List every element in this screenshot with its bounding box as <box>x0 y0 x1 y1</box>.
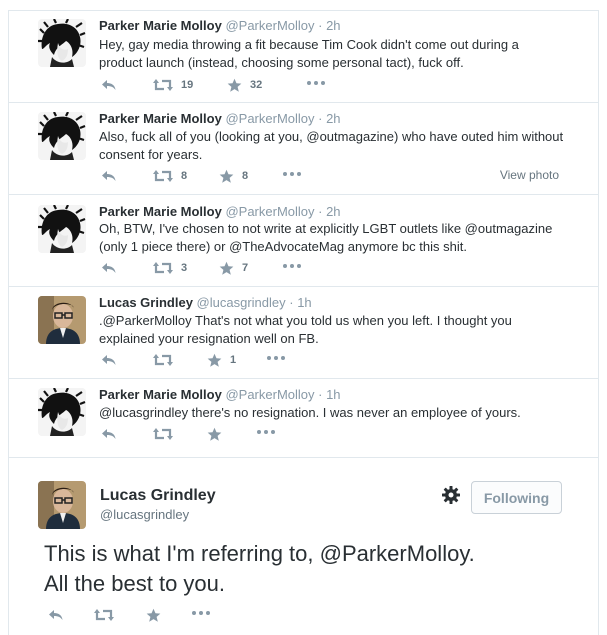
tweet-actions: 1 <box>99 352 579 368</box>
tweet-text: Oh, BTW, I've chosen to not write at exp… <box>99 220 569 256</box>
tweet-header: Parker Marie Molloy @ParkerMolloy · 2h <box>99 204 341 219</box>
tweet-text: .@ParkerMolloy That's not what you told … <box>99 312 569 348</box>
timestamp[interactable]: 1h <box>326 387 340 402</box>
tweet-text-line: consent for years. <box>99 147 203 162</box>
favorite-count: 7 <box>242 262 249 274</box>
tweet-header: Parker Marie Molloy @ParkerMolloy · 1h <box>99 387 341 402</box>
tweet-text-line: explained your resignation well on FB. <box>99 331 319 346</box>
author-name[interactable]: Parker Marie Molloy <box>99 204 222 219</box>
favorite-count: 8 <box>242 170 249 182</box>
retweet-count: 3 <box>181 262 188 274</box>
tweet-actions <box>46 607 246 623</box>
author-handle[interactable]: @ParkerMolloy <box>225 18 314 33</box>
avatar[interactable] <box>38 481 86 529</box>
author-name[interactable]: Parker Marie Molloy <box>99 18 222 33</box>
avatar[interactable] <box>38 19 86 67</box>
gear-icon[interactable] <box>441 485 461 505</box>
expanded-tweet-text: This is what I'm referring to, @ParkerMo… <box>44 539 584 599</box>
tweet-text: Also, fuck all of you (looking at you, @… <box>99 128 569 164</box>
more-dots-icon[interactable] <box>283 264 301 268</box>
tweet-text-line: .@ParkerMolloy That's not what you told … <box>99 313 512 328</box>
more-dots-icon[interactable] <box>192 611 210 615</box>
tweet-text: @lucasgrindley there's no resignation. I… <box>99 404 569 422</box>
reply-icon[interactable] <box>48 607 64 623</box>
tweet-text: Hey, gay media throwing a fit because Ti… <box>99 36 569 72</box>
reply-icon[interactable] <box>101 77 117 93</box>
author-handle[interactable]: @ParkerMolloy <box>225 111 314 126</box>
author-name[interactable]: Parker Marie Molloy <box>99 111 222 126</box>
avatar[interactable] <box>38 205 86 253</box>
tweet-actions: 19 32 <box>99 77 579 93</box>
reply-icon[interactable] <box>101 260 117 276</box>
retweet-button[interactable]: 3 <box>153 260 187 276</box>
reply-icon[interactable] <box>101 352 117 368</box>
timestamp[interactable]: 1h <box>297 295 311 310</box>
favorite-button[interactable]: 7 <box>219 260 248 276</box>
author-name[interactable]: Lucas Grindley <box>99 295 193 310</box>
retweet-button[interactable] <box>153 426 181 442</box>
more-dots-icon[interactable] <box>283 172 301 176</box>
tweet-text-line: @lucasgrindley there's no resignation. I… <box>99 405 521 420</box>
tweet-actions <box>99 426 579 442</box>
tweet-header: Parker Marie Molloy @ParkerMolloy · 2h <box>99 18 341 33</box>
avatar[interactable] <box>38 296 86 344</box>
author-name[interactable]: Parker Marie Molloy <box>99 387 222 402</box>
favorite-count: 32 <box>250 79 263 91</box>
tweet-text-line: This is what I'm referring to, @ParkerMo… <box>44 541 475 566</box>
author-handle[interactable]: @ParkerMolloy <box>225 204 314 219</box>
retweet-icon <box>153 260 173 276</box>
retweet-button[interactable] <box>153 352 181 368</box>
favorite-button[interactable] <box>207 426 230 442</box>
author-name[interactable]: Lucas Grindley <box>100 487 216 505</box>
retweet-icon <box>153 77 173 93</box>
retweet-button[interactable]: 8 <box>153 168 187 184</box>
tweet-header: Lucas Grindley @lucasgrindley · 1h <box>99 295 312 310</box>
timestamp[interactable]: 2h <box>326 18 340 33</box>
reply-icon[interactable] <box>101 426 117 442</box>
timestamp[interactable]: 2h <box>326 204 340 219</box>
author-handle[interactable]: @lucasgrindley <box>197 295 286 310</box>
tweet-text-line: (only 1 piece there) or @TheAdvocateMag … <box>99 239 467 254</box>
tweet-text-line: product launch (instead, choosing some p… <box>99 55 464 70</box>
retweet-count: 19 <box>181 79 194 91</box>
avatar[interactable] <box>38 388 86 436</box>
following-button[interactable]: Following <box>471 481 562 514</box>
favorite-count: 1 <box>230 354 237 366</box>
avatar[interactable] <box>38 112 86 160</box>
retweet-icon <box>153 426 173 442</box>
tweet-text-line: All the best to you. <box>44 571 225 596</box>
timestamp[interactable]: 2h <box>326 111 340 126</box>
star-icon[interactable] <box>146 607 161 623</box>
tweet-text-line: Also, fuck all of you (looking at you, @… <box>99 129 564 144</box>
tweet-text-line: Hey, gay media throwing a fit because Ti… <box>99 37 519 52</box>
view-photo-link[interactable]: View photo <box>500 168 559 182</box>
favorite-button[interactable]: 32 <box>227 77 262 93</box>
star-icon <box>207 427 222 442</box>
retweet-icon[interactable] <box>94 607 114 623</box>
tweet-actions: 3 7 <box>99 260 579 276</box>
star-icon <box>219 261 234 276</box>
author-handle[interactable]: @ParkerMolloy <box>225 387 314 402</box>
star-icon <box>219 169 234 184</box>
star-icon <box>207 353 222 368</box>
reply-icon[interactable] <box>101 168 117 184</box>
retweet-count: 8 <box>181 170 188 182</box>
favorite-button[interactable]: 8 <box>219 168 248 184</box>
tweet-header: Parker Marie Molloy @ParkerMolloy · 2h <box>99 111 341 126</box>
favorite-button[interactable]: 1 <box>207 352 236 368</box>
author-handle[interactable]: @lucasgrindley <box>100 507 189 522</box>
tweet-text-line: Oh, BTW, I've chosen to not write at exp… <box>99 221 553 236</box>
more-dots-icon[interactable] <box>257 430 275 434</box>
tweet-actions: 8 8 View photo <box>99 168 579 184</box>
retweet-button[interactable]: 19 <box>153 77 193 93</box>
star-icon <box>227 78 242 93</box>
retweet-icon <box>153 352 173 368</box>
more-dots-icon[interactable] <box>307 81 325 85</box>
more-dots-icon[interactable] <box>267 356 285 360</box>
retweet-icon <box>153 168 173 184</box>
